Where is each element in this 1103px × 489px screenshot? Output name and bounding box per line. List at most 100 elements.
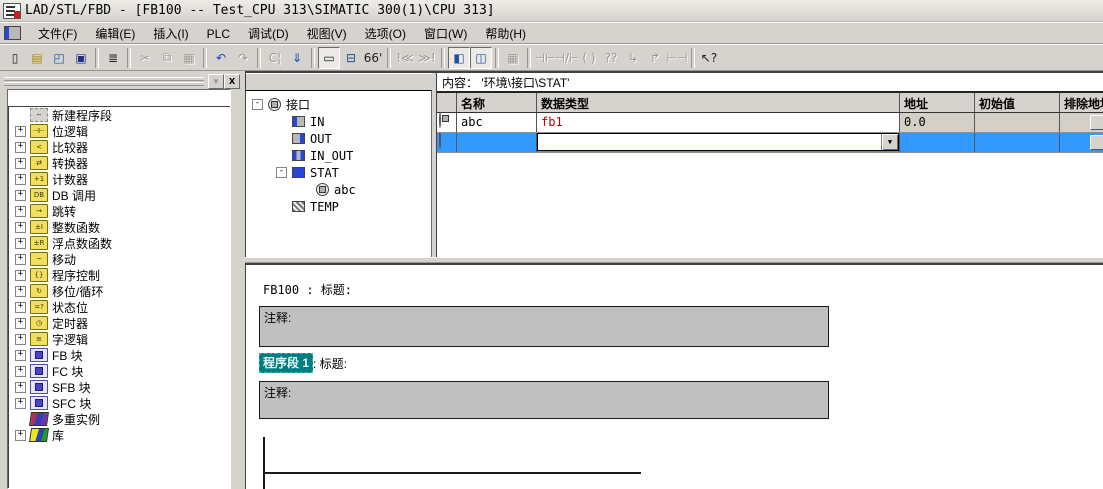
palette-item-3[interactable]: +⇄转换器: [8, 155, 230, 171]
expand-minus-icon[interactable]: -: [252, 99, 263, 110]
palette-item-label: 程序控制: [52, 267, 100, 284]
palette-item-6[interactable]: +→跳转: [8, 203, 230, 219]
temp-declaration-icon: [292, 201, 305, 212]
print-button[interactable]: ≣: [102, 47, 124, 69]
palette-item-15[interactable]: +FB 块: [8, 347, 230, 363]
expand-minus-icon[interactable]: -: [276, 167, 287, 178]
palette-item-4[interactable]: ++1计数器: [8, 171, 230, 187]
folder-icon: ⇄: [30, 156, 48, 170]
folder-icon: →: [30, 204, 48, 218]
network-comment-box[interactable]: 注释:: [259, 381, 829, 419]
datatype-cell[interactable]: fb1: [537, 113, 900, 132]
menu-item-7[interactable]: 窗口(W): [415, 25, 476, 43]
name-cell[interactable]: [457, 133, 537, 152]
expand-plus-icon[interactable]: +: [15, 222, 26, 233]
menu-item-0[interactable]: 文件(F): [29, 25, 86, 43]
help-cursor-button[interactable]: ↖?: [698, 47, 720, 69]
declaration-icon: [439, 113, 441, 128]
expand-plus-icon[interactable]: +: [15, 190, 26, 201]
combobox-field[interactable]: [538, 134, 881, 150]
palette-item-9[interactable]: +~移动: [8, 251, 230, 267]
child-window-icon[interactable]: [4, 26, 21, 40]
palette-item-2[interactable]: +<比较器: [8, 139, 230, 155]
palette-item-5[interactable]: +DBDB 调用: [8, 187, 230, 203]
palette-item-16[interactable]: +FC 块: [8, 363, 230, 379]
expand-plus-icon[interactable]: +: [15, 206, 26, 217]
menu-item-1[interactable]: 编辑(E): [86, 25, 144, 43]
interface-item-2[interactable]: OUT: [246, 130, 431, 147]
block-comment-box[interactable]: 注释:: [259, 306, 829, 347]
detail-view-button[interactable]: ◫: [470, 47, 492, 69]
palette-item-0[interactable]: ┅新建程序段: [8, 107, 230, 123]
palette-item-20[interactable]: +库: [8, 427, 230, 443]
folder-icon: {}: [30, 268, 48, 282]
name-cell[interactable]: abc: [457, 113, 537, 132]
menu-item-5[interactable]: 视图(V): [298, 25, 356, 43]
menu-item-6[interactable]: 选项(O): [356, 25, 415, 43]
expand-plus-icon[interactable]: +: [15, 158, 26, 169]
network-title-line[interactable]: 程序段 1 : 标题:: [259, 353, 347, 373]
palette-item-11[interactable]: +↻移位/循环: [8, 283, 230, 299]
interface-item-1[interactable]: IN: [246, 113, 431, 130]
palette-item-1[interactable]: +⊣⊢位逻辑: [8, 123, 230, 139]
interface-item-6[interactable]: TEMP: [246, 198, 431, 215]
expand-plus-icon[interactable]: +: [15, 174, 26, 185]
palette-item-14[interactable]: +≡字逻辑: [8, 331, 230, 347]
expand-plus-icon[interactable]: +: [15, 254, 26, 265]
palette-dropdown-button[interactable]: ▼: [208, 74, 224, 89]
expand-plus-icon[interactable]: +: [15, 334, 26, 345]
palette-title-bar[interactable]: ▼ x: [2, 74, 240, 88]
palette-item-8[interactable]: +±R浮点数函数: [8, 235, 230, 251]
open-online-button[interactable]: ◰: [48, 47, 70, 69]
network-badge[interactable]: 程序段 1: [259, 353, 313, 373]
interface-item-3[interactable]: IN_OUT: [246, 147, 431, 164]
palette-item-7[interactable]: +±I整数函数: [8, 219, 230, 235]
palette-item-13[interactable]: +◷定时器: [8, 315, 230, 331]
undo-button[interactable]: ↶: [210, 47, 232, 69]
expand-plus-icon[interactable]: +: [15, 382, 26, 393]
save-button[interactable]: ▣: [70, 47, 92, 69]
datatype-combobox[interactable]: ▼: [537, 133, 899, 151]
declaration-row-0[interactable]: abcfb10.0: [437, 113, 1103, 133]
menu-item-4[interactable]: 调试(D): [239, 25, 298, 43]
download-button[interactable]: ⇓: [286, 47, 308, 69]
open-button[interactable]: ▤: [26, 47, 48, 69]
row-icon-cell: [437, 113, 457, 132]
exclude-address-checkbox[interactable]: [1090, 115, 1103, 130]
expand-plus-icon[interactable]: +: [15, 126, 26, 137]
expand-plus-icon[interactable]: +: [15, 350, 26, 361]
expand-plus-icon[interactable]: +: [15, 142, 26, 153]
palette-item-17[interactable]: +SFB 块: [8, 379, 230, 395]
menu-item-3[interactable]: PLC: [198, 25, 239, 43]
expand-plus-icon[interactable]: +: [15, 318, 26, 329]
datatype-cell[interactable]: ▼: [537, 133, 900, 152]
expand-plus-icon[interactable]: +: [15, 238, 26, 249]
palette-item-19[interactable]: 多重实例: [8, 411, 230, 427]
address-cell: 0.0: [900, 113, 975, 132]
interface-item-0[interactable]: -接口: [246, 96, 431, 113]
palette-item-18[interactable]: +SFC 块: [8, 395, 230, 411]
menu-item-8[interactable]: 帮助(H): [476, 25, 535, 43]
expand-plus-icon[interactable]: +: [15, 398, 26, 409]
expand-plus-icon[interactable]: +: [15, 430, 26, 441]
expand-plus-icon[interactable]: +: [15, 302, 26, 313]
network-button[interactable]: ⊟: [340, 47, 362, 69]
menu-item-2[interactable]: 插入(I): [144, 25, 197, 43]
palette-close-button[interactable]: x: [224, 74, 240, 89]
combobox-dropdown-button[interactable]: ▼: [881, 134, 898, 150]
expand-plus-icon[interactable]: +: [15, 286, 26, 297]
interface-item-4[interactable]: -STAT: [246, 164, 431, 181]
palette-item-12[interactable]: +=?状态位: [8, 299, 230, 315]
palette-item-10[interactable]: + {} 程序控制: [8, 267, 230, 283]
block-title-line[interactable]: FB100 : 标题:: [263, 281, 352, 298]
expand-plus-icon[interactable]: +: [15, 366, 26, 377]
overview-pane-button[interactable]: ◧: [448, 47, 470, 69]
symbol-representation-button[interactable]: ▭: [318, 47, 340, 69]
interface-item-5[interactable]: abc: [246, 181, 431, 198]
new-button[interactable]: ▯: [4, 47, 26, 69]
monitor-button[interactable]: 66': [362, 47, 384, 69]
expand-plus-icon[interactable]: +: [15, 270, 26, 281]
exclude-address-checkbox[interactable]: [1090, 135, 1103, 150]
code-editor-pane[interactable]: FB100 : 标题: 注释: 程序段 1 : 标题: 注释:: [245, 263, 1103, 489]
declaration-row-1[interactable]: ▼: [437, 133, 1103, 153]
